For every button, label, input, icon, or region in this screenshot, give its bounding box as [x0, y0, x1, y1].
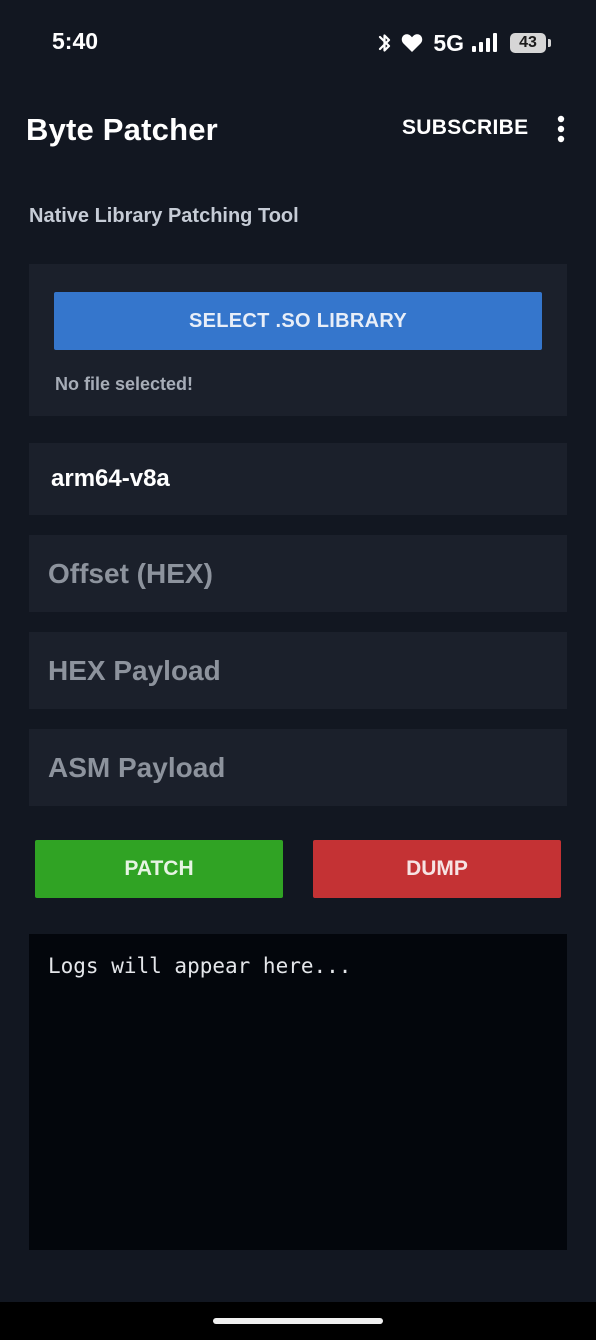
status-time: 5:40 — [52, 28, 99, 54]
navigation-bar — [0, 1302, 596, 1340]
battery-level: 43 — [519, 34, 537, 51]
status-icons: 5G 43 — [377, 28, 551, 58]
file-status-text: No file selected! — [55, 374, 194, 394]
heart-icon — [401, 33, 423, 53]
offset-field-container — [29, 535, 567, 612]
hex-payload-input[interactable] — [29, 632, 567, 709]
abi-selected-value: arm64-v8a — [51, 465, 170, 492]
asm-payload-input[interactable] — [29, 729, 567, 806]
dump-button[interactable]: DUMP — [313, 840, 561, 898]
network-type: 5G — [433, 29, 464, 56]
log-text: Logs will appear here... — [48, 954, 352, 978]
more-vert-icon[interactable] — [548, 112, 574, 146]
home-indicator[interactable] — [213, 1318, 383, 1324]
page-subtitle: Native Library Patching Tool — [29, 205, 299, 227]
offset-hex-input[interactable] — [29, 535, 567, 612]
app-screen: 5:40 5G 43 Byte Patcher SUBSCRIBE Native… — [0, 0, 596, 1340]
patch-button[interactable]: PATCH — [35, 840, 283, 898]
hex-payload-field-container — [29, 632, 567, 709]
bluetooth-icon — [377, 31, 393, 55]
signal-icon — [472, 33, 498, 53]
battery-icon: 43 — [510, 33, 551, 53]
log-output[interactable]: Logs will appear here... — [29, 934, 567, 1250]
app-title: Byte Patcher — [26, 112, 218, 147]
subscribe-button[interactable]: SUBSCRIBE — [392, 114, 538, 142]
status-bar: 5:40 5G 43 — [0, 0, 596, 86]
app-bar: Byte Patcher SUBSCRIBE — [0, 86, 596, 174]
abi-selector[interactable]: arm64-v8a — [29, 443, 567, 515]
library-select-card: SELECT .SO LIBRARY No file selected! — [29, 264, 567, 416]
asm-payload-field-container — [29, 729, 567, 806]
select-so-library-button[interactable]: SELECT .SO LIBRARY — [54, 292, 542, 350]
